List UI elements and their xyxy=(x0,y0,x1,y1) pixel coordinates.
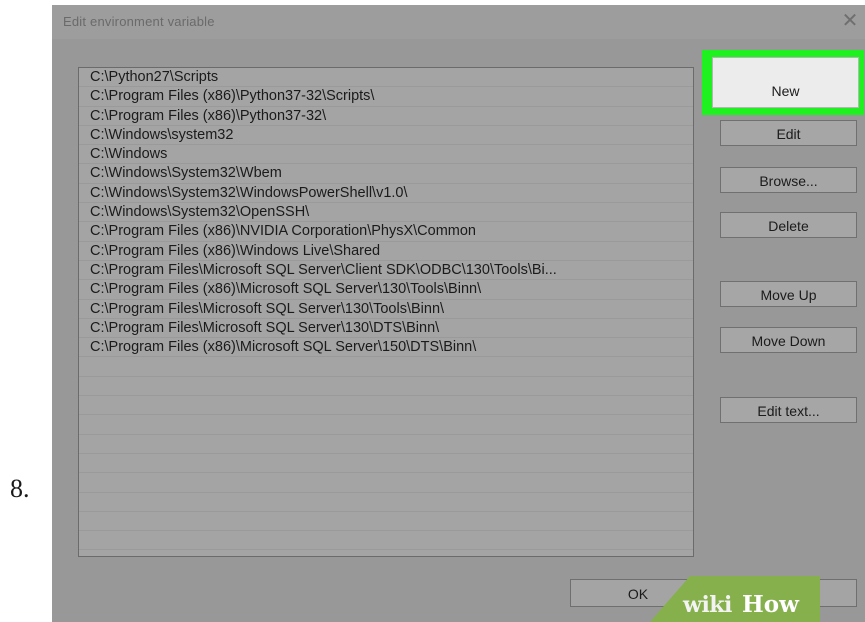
path-list-item[interactable]: C:\Program Files (x86)\NVIDIA Corporatio… xyxy=(79,222,693,242)
path-list-item[interactable]: C:\Program Files (x86)\Microsoft SQL Ser… xyxy=(79,338,693,358)
watermark-wiki-text: wiki xyxy=(683,592,732,618)
path-list-item[interactable]: C:\Program Files (x86)\Python37-32\ xyxy=(79,107,693,126)
empty-list-row[interactable] xyxy=(79,473,693,493)
empty-list-row[interactable] xyxy=(79,415,693,435)
browse-button[interactable]: Browse... xyxy=(720,167,857,193)
empty-list-row[interactable] xyxy=(79,435,693,454)
path-list-item[interactable]: C:\Program Files\Microsoft SQL Server\13… xyxy=(79,319,693,339)
wikihow-watermark: wiki How xyxy=(650,576,820,622)
path-list[interactable]: C:\Python27\Scripts C:\Program Files (x86… xyxy=(78,67,694,557)
delete-button[interactable]: Delete xyxy=(720,212,857,238)
path-list-item[interactable]: C:\Windows\System32\Wbem xyxy=(79,164,693,184)
move-up-button[interactable]: Move Up xyxy=(720,281,857,307)
path-list-item[interactable]: C:\Windows\system32 xyxy=(79,126,693,146)
empty-list-row[interactable] xyxy=(79,377,693,397)
path-list-item[interactable]: C:\Program Files (x86)\Microsoft SQL Ser… xyxy=(79,280,693,300)
empty-list-row[interactable] xyxy=(79,396,693,416)
step-number: 8. xyxy=(10,474,30,503)
empty-list-row[interactable] xyxy=(79,512,693,532)
path-list-item[interactable]: C:\Windows\System32\WindowsPowerShell\v1… xyxy=(79,184,693,204)
empty-list-row[interactable] xyxy=(79,357,693,377)
title-bar: Edit environment variable ✕ xyxy=(52,5,865,39)
path-list-item[interactable]: C:\Program Files\Microsoft SQL Server\13… xyxy=(79,300,693,319)
move-down-button[interactable]: Move Down xyxy=(720,327,857,353)
path-list-item[interactable]: C:\Program Files\Microsoft SQL Server\Cl… xyxy=(79,261,693,281)
empty-list-row[interactable] xyxy=(79,454,693,474)
path-list-item[interactable]: C:\Program Files (x86)\Windows Live\Shar… xyxy=(79,242,693,261)
path-list-item[interactable]: C:\Windows\System32\OpenSSH\ xyxy=(79,203,693,223)
new-button[interactable]: New xyxy=(712,57,859,108)
path-list-item[interactable]: C:\Python27\Scripts xyxy=(79,68,693,88)
edit-text-button[interactable]: Edit text... xyxy=(720,397,857,423)
path-list-item[interactable]: C:\Windows xyxy=(79,145,693,165)
watermark-how-text: How xyxy=(742,591,799,618)
empty-list-row[interactable] xyxy=(79,493,693,512)
path-list-item[interactable]: C:\Program Files (x86)\Python37-32\Scrip… xyxy=(79,87,693,107)
edit-environment-variable-dialog: Edit environment variable ✕ C:\Python27\… xyxy=(52,5,865,622)
close-icon[interactable]: ✕ xyxy=(839,9,861,33)
edit-button[interactable]: Edit xyxy=(720,120,857,146)
empty-list-row[interactable] xyxy=(79,531,693,551)
dialog-title: Edit environment variable xyxy=(63,14,215,29)
